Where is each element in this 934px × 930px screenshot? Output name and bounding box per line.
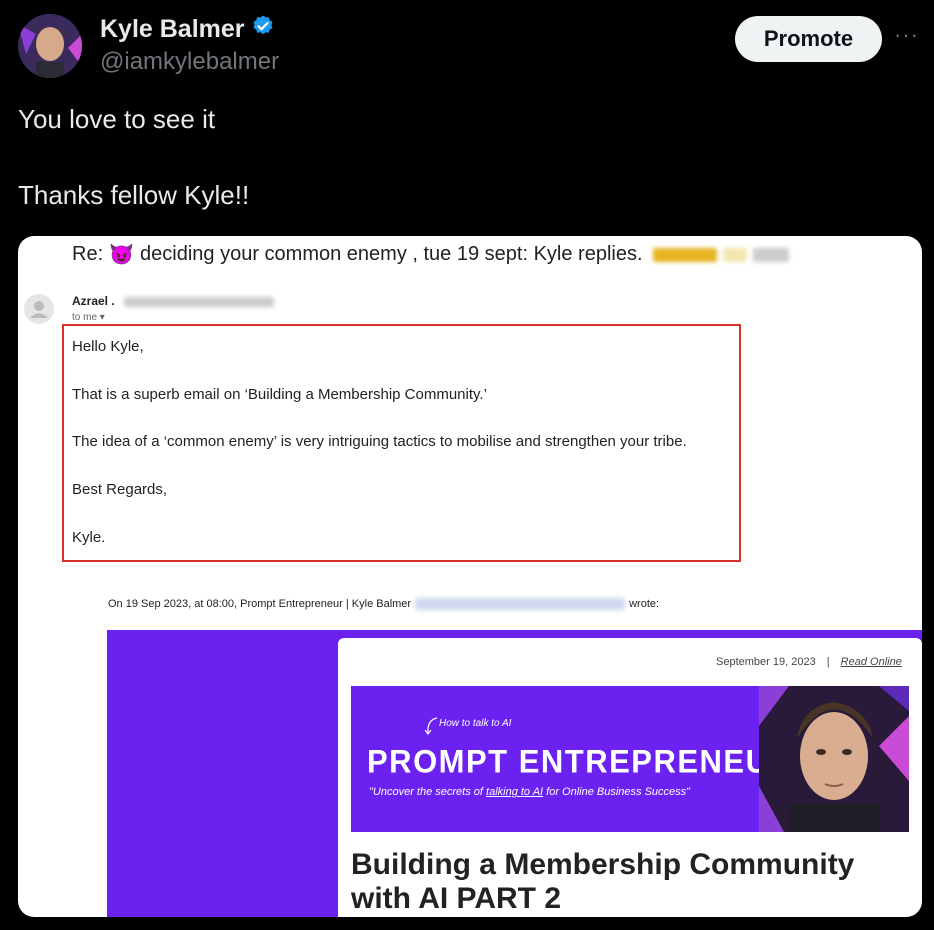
author-name[interactable]: Kyle Balmer xyxy=(100,15,245,44)
redacted-email xyxy=(124,296,275,307)
read-online-link[interactable]: Read Online xyxy=(841,656,902,668)
tweet-text-line-1: You love to see it xyxy=(18,104,216,134)
recipient-label: to me ▾ xyxy=(72,312,105,323)
subject-text: deciding your common enemy , tue 19 sept… xyxy=(140,243,643,265)
tweet-image[interactable]: Re: 😈 deciding your common enemy , tue 1… xyxy=(18,236,922,917)
quoted-header: On 19 Sep 2023, at 08:00, Prompt Entrepr… xyxy=(108,598,660,610)
newsletter-date-row: September 19, 2023 | Read Online xyxy=(716,656,902,668)
brand-title: PROMPT ENTREPRENEUR xyxy=(367,743,794,780)
newsletter-preview: September 19, 2023 | Read Online How to … xyxy=(338,638,922,917)
tweet-text-line-2: Thanks fellow Kyle!! xyxy=(18,180,250,210)
author-handle[interactable]: @iamkylebalmer xyxy=(100,48,279,76)
author-avatar[interactable] xyxy=(18,14,82,78)
subject-prefix: Re: xyxy=(72,243,104,265)
curved-arrow-icon xyxy=(425,717,438,735)
verified-icon xyxy=(251,14,275,45)
newsletter-headline: Building a Membership Community with AI … xyxy=(351,848,855,915)
email-body-line: Hello Kyle, xyxy=(72,338,144,355)
email-body-line: The idea of a ‘common enemy’ is very int… xyxy=(72,433,687,450)
redacted-label xyxy=(722,247,747,262)
newsletter-banner: How to talk to AI PROMPT ENTREPRENEUR "U… xyxy=(351,686,909,832)
email-body-line: That is a superb email on ‘Building a Me… xyxy=(72,386,487,403)
email-subject: Re: 😈 deciding your common enemy , tue 1… xyxy=(72,242,789,267)
sender-name: Azrael . xyxy=(72,294,275,308)
devil-emoji-icon: 😈 xyxy=(109,244,135,266)
promote-button[interactable]: Promote xyxy=(735,16,882,62)
brand-tagline: "Uncover the secrets of talking to AI fo… xyxy=(369,786,691,798)
banner-kicker: How to talk to AI xyxy=(439,718,512,729)
email-body-line: Kyle. xyxy=(72,529,106,546)
author-name-row[interactable]: Kyle Balmer xyxy=(100,14,275,45)
redacted-label xyxy=(652,247,717,262)
redacted-label xyxy=(752,247,789,262)
more-options-icon[interactable]: ··· xyxy=(894,22,919,48)
email-body-line: Best Regards, xyxy=(72,481,168,498)
sender-avatar xyxy=(24,294,54,324)
author-photo xyxy=(759,686,909,832)
redacted-email xyxy=(415,598,626,610)
